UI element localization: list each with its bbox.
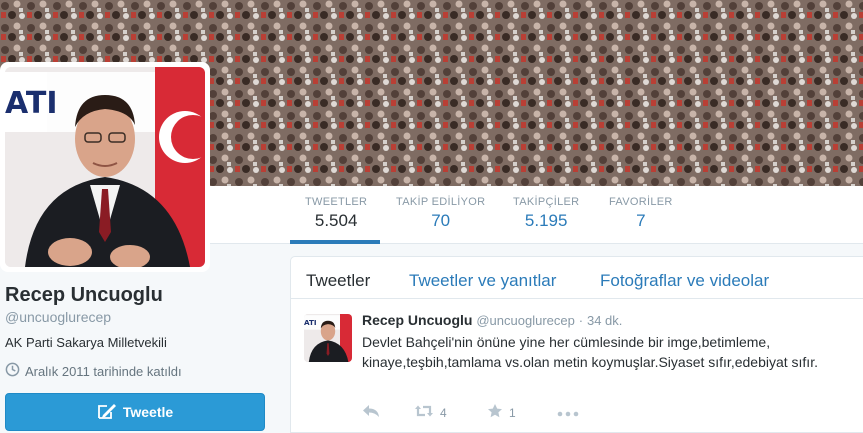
stat-following[interactable]: TAKİP EDİLİYOR 70: [396, 196, 485, 231]
profile-name[interactable]: Recep Uncuoglu: [5, 284, 163, 307]
timeline: Tweetler Tweetler ve yanıtlar Fotoğrafla…: [290, 256, 863, 433]
joined-text: Aralık 2011 tarihinde katıldı: [25, 363, 182, 379]
stat-label: FAVORİLER: [609, 196, 673, 208]
reply-icon: [362, 404, 380, 421]
profile-joined: Aralık 2011 tarihinde katıldı: [5, 362, 182, 380]
stat-label: TWEETLER: [305, 196, 368, 208]
more-icon: [557, 406, 579, 420]
tweet-actions: 4 1: [362, 403, 579, 422]
tweet-author-name[interactable]: Recep Uncuoglu: [362, 312, 472, 328]
clock-icon: [5, 362, 20, 380]
favorite-icon: [487, 403, 503, 422]
stat-favorites[interactable]: FAVORİLER 7: [609, 196, 673, 231]
profile-avatar-frame[interactable]: ATI: [0, 62, 210, 272]
more-button[interactable]: [557, 406, 579, 420]
tweet-avatar[interactable]: ATI: [304, 314, 352, 362]
tweet-timestamp[interactable]: 34 dk.: [587, 313, 622, 328]
compose-tweet-button[interactable]: Tweetle: [5, 393, 265, 431]
favorite-button[interactable]: 1: [487, 403, 557, 422]
avatar-sign-text: ATI: [5, 86, 58, 121]
profile-handle[interactable]: @uncuoglurecep: [5, 309, 111, 325]
favorite-count: 1: [509, 405, 516, 420]
profile-page: TWEETLER 5.504 TAKİP EDİLİYOR 70 TAKİPÇİ…: [0, 0, 863, 433]
timeline-tabs: Tweetler Tweetler ve yanıtlar Fotoğrafla…: [291, 257, 863, 299]
stat-value: 70: [431, 211, 451, 230]
active-stat-underline: [290, 240, 380, 244]
tweet-header: Recep Uncuoglu @uncuoglurecep · 34 dk.: [362, 312, 622, 328]
reply-button[interactable]: [362, 404, 414, 421]
stat-label: TAKİPÇİLER: [513, 196, 580, 208]
compose-tweet-label: Tweetle: [122, 404, 174, 420]
stat-label: TAKİP EDİLİYOR: [396, 196, 486, 208]
stat-value: 5.504: [314, 211, 358, 230]
tweet-item[interactable]: ATI Recep Uncuoglu @uncuoglurecep · 34 d…: [291, 300, 863, 433]
compose-icon: [97, 402, 117, 423]
stat-tweets[interactable]: TWEETLER 5.504: [305, 196, 367, 231]
tab-tweets-and-replies[interactable]: Tweetler ve yanıtlar: [409, 271, 556, 291]
profile-bio: AK Parti Sakarya Milletvekili: [5, 335, 167, 350]
retweet-count: 4: [440, 405, 447, 420]
tweet-separator: ·: [578, 313, 584, 328]
stat-followers[interactable]: TAKİPÇİLER 5.195: [513, 196, 579, 231]
tab-tweets[interactable]: Tweetler: [306, 271, 370, 291]
tweet-author-handle[interactable]: @uncuoglurecep: [476, 313, 574, 328]
profile-avatar: ATI: [5, 67, 205, 267]
tweet-text: Devlet Bahçeli'nin önüne yine her cümles…: [362, 334, 818, 370]
retweet-icon: [414, 404, 434, 421]
stat-value: 5.195: [524, 211, 568, 230]
tweet-avatar-sign-text: ATI: [304, 318, 317, 327]
tab-photos-videos[interactable]: Fotoğraflar ve videolar: [600, 271, 769, 291]
stat-value: 7: [636, 211, 646, 230]
retweet-button[interactable]: 4: [414, 404, 487, 421]
